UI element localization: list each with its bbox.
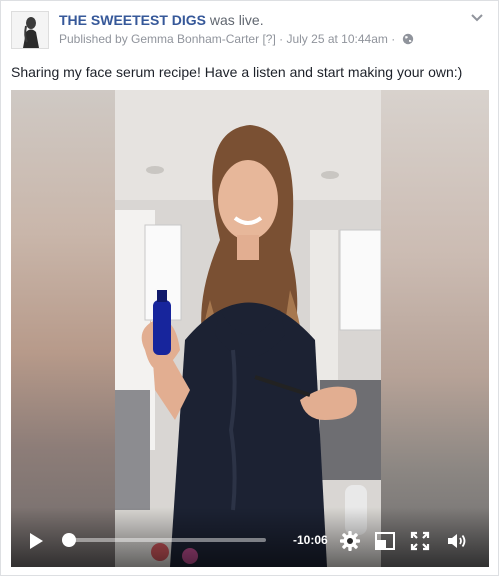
- post-header: THE SWEETEST DIGS was live.: [59, 12, 264, 28]
- live-status-text: was live.: [209, 12, 264, 28]
- gear-icon[interactable]: [339, 530, 361, 552]
- published-by-text: Published by Gemma Bonham-Carter: [59, 32, 260, 46]
- progress-scrubber[interactable]: [62, 533, 266, 547]
- play-icon[interactable]: [27, 532, 45, 550]
- video-frame: [115, 90, 381, 567]
- progress-knob[interactable]: [62, 533, 77, 547]
- avatar[interactable]: [11, 11, 49, 49]
- help-marker[interactable]: [?]: [262, 32, 275, 46]
- post-message: Sharing my face serum recipe! Have a lis…: [11, 64, 463, 80]
- post-timestamp[interactable]: July 25 at 10:44am: [286, 32, 387, 46]
- post-meta: Published by Gemma Bonham-Carter [?] · J…: [59, 32, 414, 46]
- volume-icon[interactable]: [446, 530, 468, 552]
- globe-icon[interactable]: [402, 33, 414, 45]
- fullscreen-icon[interactable]: [409, 530, 431, 552]
- picture-in-picture-icon[interactable]: [374, 530, 396, 552]
- video-blur-right: [381, 90, 489, 567]
- video-blur-left: [11, 90, 115, 567]
- chevron-down-icon[interactable]: [470, 13, 484, 23]
- time-remaining: -10:06: [293, 533, 328, 547]
- post-card: THE SWEETEST DIGS was live. Published by…: [0, 0, 499, 576]
- meta-separator: ·: [279, 32, 284, 46]
- page-name-link[interactable]: THE SWEETEST DIGS: [59, 12, 206, 28]
- video-player[interactable]: -10:06: [11, 90, 489, 567]
- meta-separator: ·: [391, 32, 396, 46]
